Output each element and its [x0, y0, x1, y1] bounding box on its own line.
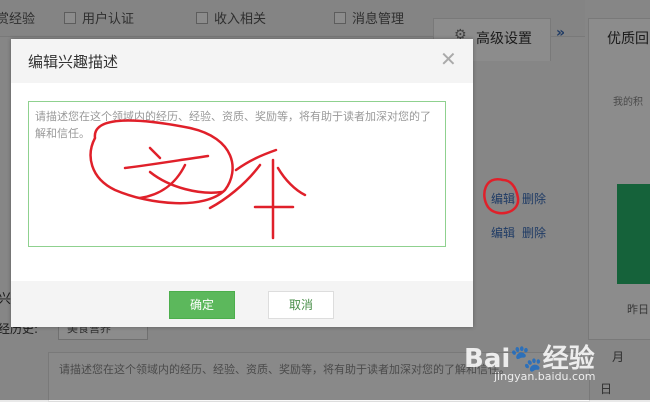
cancel-button[interactable]: 取消 [268, 291, 334, 319]
description-textarea[interactable] [28, 101, 446, 247]
close-icon[interactable]: ✕ [440, 49, 457, 69]
confirm-button[interactable]: 确定 [169, 291, 235, 319]
baidu-jingyan-watermark: Bai🐾经验 jingyan.baidu.com [464, 338, 644, 398]
watermark-url: jingyan.baidu.com [494, 370, 596, 383]
dialog-footer: 确定 取消 [11, 281, 473, 327]
dialog-title: 编辑兴趣描述 [28, 53, 119, 71]
edit-interest-dialog: 编辑兴趣描述 ✕ 确定 取消 [11, 39, 473, 327]
dialog-header: 编辑兴趣描述 ✕ [11, 39, 473, 83]
